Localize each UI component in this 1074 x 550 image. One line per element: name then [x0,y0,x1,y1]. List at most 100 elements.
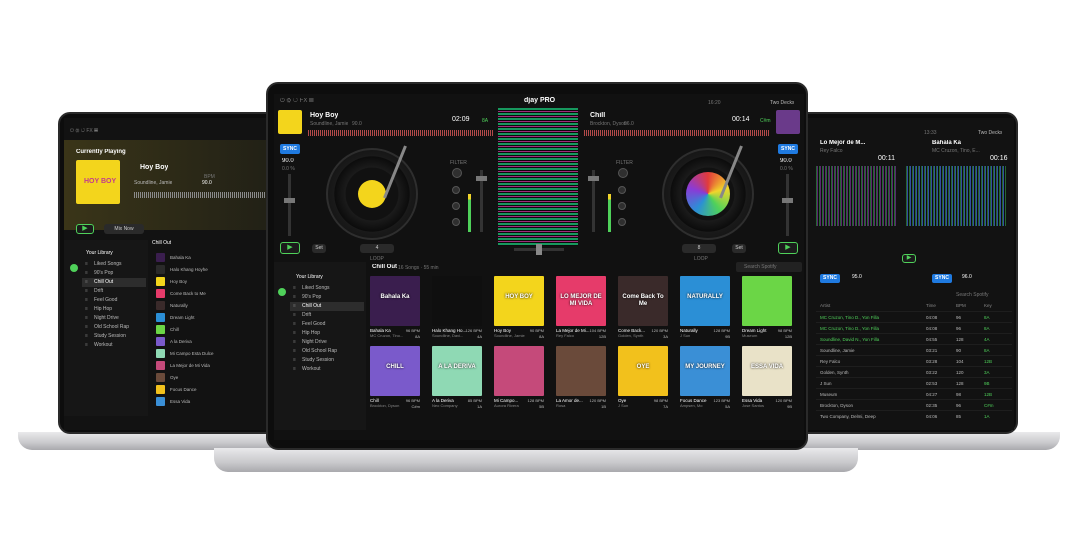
album-card[interactable]: ESSA VIDA Essa Vida Jose Santos 120 BPM 9B [742,346,792,412]
library-item[interactable]: Chill Out [290,302,364,311]
right-set-label: Set [735,245,743,251]
track-title: Bahala Ka [170,255,191,260]
table-row[interactable]: Soundline, Jamie 03:21 90 8A [816,344,1012,355]
track-title: Focus Dance [170,387,197,392]
library-item[interactable]: Workout [290,365,364,374]
left-eq-low-knob[interactable] [452,218,460,226]
table-row[interactable]: Soundline, David N., Yon Filla 04:55 128 4A [816,333,1012,344]
library-item[interactable]: Liked Songs [290,284,364,293]
right-sync-right[interactable]: SYNC [932,274,952,283]
library-item[interactable]: Study Session [290,356,364,365]
sidebar-item[interactable]: Feel Good [82,296,146,305]
album-key: 1B [601,404,606,409]
right-play-button[interactable]: ▶ [778,242,798,254]
sidebar-item[interactable]: Hip Hop [82,305,146,314]
right-volume-fader[interactable] [588,170,599,232]
right-sync-left[interactable]: SYNC [820,274,840,283]
left-toolbar-icons[interactable]: ⏻ ⚙ ↺ FX ▤ [70,128,98,134]
library-item[interactable]: Drift [290,311,364,320]
search-placeholder: Search Spotify [744,264,777,270]
sidebar-item[interactable]: Study Session [82,332,146,341]
table-row[interactable]: J Sun 02:53 128 9B [816,377,1012,388]
sidebar-item[interactable]: Liked Songs [82,260,146,269]
table-row[interactable]: Two Company, Delmi, Deep 04:06 85 1A [816,410,1012,421]
album-card[interactable]: NATURALLY Naturally J Sun 128 BPM 9B [680,276,730,342]
crossfader[interactable] [514,244,564,255]
album-card[interactable]: MY JOURNEY Focus Dance Ampsen, Mo 123 BPM 5A [680,346,730,412]
sidebar-item[interactable]: Workout [82,341,146,350]
right-filter-label: FILTER [616,160,633,166]
left-play-button[interactable]: ▶ [280,242,300,254]
right-search[interactable]: Search Spotify [956,292,989,298]
album-art-text: MY JOURNEY [685,364,725,370]
right-set-cue-button[interactable]: Set [732,244,746,253]
album-bpm: 90 BPM [529,328,544,333]
right-eq-high-knob[interactable] [618,186,626,194]
left-volume-fader[interactable] [476,170,487,232]
table-row[interactable]: MC Cruzon, Tino D., Yon Filla 04:08 96 8A [816,311,1012,322]
album-bpm: 128 BPM [713,328,730,333]
table-row[interactable]: Museum 04:27 98 12B [816,388,1012,399]
sidebar-item[interactable]: Drift [82,287,146,296]
album-card[interactable]: A LA DERIVA A la Deriva Neo Company 85 BPM 1… [432,346,482,412]
right-sync-right-label: SYNC [935,275,949,281]
library-item[interactable]: 90's Pop [290,293,364,302]
track-artwork [156,313,165,322]
spotify-icon[interactable] [278,288,286,296]
table-row[interactable]: Golden, Synth 03:22 120 3A [816,366,1012,377]
right-play-button[interactable]: ▶ [902,254,916,263]
album-card[interactable]: OYE Oye J Sun 98 BPM 7A [618,346,668,412]
spotify-icon[interactable] [70,264,78,272]
mix-now-button[interactable]: Mix Now [104,224,144,234]
album-artwork: Come Back To Me [618,276,668,326]
right-eq-mid-knob[interactable] [618,202,626,210]
album-card[interactable]: La Amor de... Rosa 120 BPM 1B [556,346,606,412]
album-art-text: OYE [636,364,650,370]
right-turntable[interactable] [662,148,754,240]
table-row[interactable]: Brockton, Dyson 02:35 96 C#m [816,399,1012,410]
library-item[interactable]: Hip Hop [290,329,364,338]
right-deck-left-artist: Rey Falco [820,148,843,154]
left-sync-button[interactable]: SYNC [280,144,300,154]
sidebar-item[interactable]: Old School Rap [82,323,146,332]
sidebar-item[interactable]: Chill Out [82,278,146,287]
right-filter-knob[interactable] [618,168,628,178]
album-card[interactable]: Come Back To Me Come Back... Golden, Synth… [618,276,668,342]
left-pitch-slider[interactable] [284,174,295,236]
album-key: 9B [787,404,792,409]
album-card[interactable]: Halo Khang Ho... Soundline, Davi... 126 BP… [432,276,482,342]
album-card[interactable]: LO MEJOR DE MI VIDA La Mejor de Mi... Rey … [556,276,606,342]
right-eq-low-knob[interactable] [618,218,626,226]
search-field[interactable]: Search Spotify [736,262,802,272]
left-set-cue-button[interactable]: Set [312,244,326,253]
library-item[interactable]: Night Drive [290,338,364,347]
left-loop-display[interactable]: 4 [360,244,394,253]
left-play-button[interactable]: ▶ [76,224,94,234]
table-row[interactable]: Rey Falco 03:28 104 12B [816,355,1012,366]
left-eq-high-knob[interactable] [452,186,460,194]
track-artwork [156,349,165,358]
table-row[interactable]: MC Cruzon, Tino D., Yon Filla 04:08 96 8A [816,322,1012,333]
left-filter-knob[interactable] [452,168,462,178]
right-deck-right-title: Bahala Ka [932,140,962,146]
album-artwork [556,346,606,396]
left-turntable[interactable] [326,148,418,240]
album-card[interactable]: HOY BOY Hoy Boy Soundline, Jamie 90 BPM 8A [494,276,544,342]
album-card[interactable]: Bahala Ka Bahala Ka MC Cruzon, Tino... 96 B… [370,276,420,342]
library-item[interactable]: Feel Good [290,320,364,329]
top-toolbar-icons[interactable]: ⏻ ⚙ ↺ FX ▤ [280,98,314,105]
right-deck-mode[interactable]: Two Decks [978,130,1002,136]
right-pitch-slider[interactable] [782,174,793,236]
album-card[interactable]: Dream Light Museum 98 BPM 12B [742,276,792,342]
track-title: Naturally [170,303,188,308]
right-sync-button[interactable]: SYNC [778,144,798,154]
deck-mode[interactable]: Two Decks [770,100,794,106]
left-eq-mid-knob[interactable] [452,202,460,210]
sidebar-item[interactable]: 90's Pop [82,269,146,278]
library-title: Your Library [296,274,323,280]
library-item[interactable]: Old School Rap [290,347,364,356]
album-card[interactable]: CHILL Chill Brockton, Dyson 96 BPM C#m [370,346,420,412]
sidebar-item[interactable]: Night Drive [82,314,146,323]
album-card[interactable]: Mi Campo... Aurora Rivera 128 BPM 5B [494,346,544,412]
right-loop-display[interactable]: 8 [682,244,716,253]
